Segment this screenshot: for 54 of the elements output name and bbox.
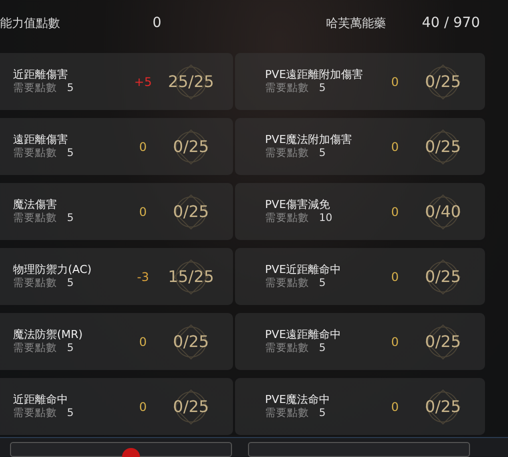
cost-label: 需要點數: [265, 82, 309, 96]
cost-value: 5: [319, 342, 326, 356]
item-value: 40 / 970: [422, 14, 480, 32]
cost-value: 10: [319, 212, 332, 226]
stat-name: PVE傷害減免: [265, 198, 332, 212]
change-value: 0: [390, 74, 400, 90]
change-value: 0: [138, 138, 148, 156]
stat-name: PVE近距離命中: [265, 262, 342, 277]
stat-name: 近距離傷害: [13, 68, 69, 82]
cost-value: 5: [67, 146, 74, 160]
cost-label: 需要點數: [13, 276, 57, 290]
cost-value: 5: [319, 82, 326, 96]
action-button[interactable]: [248, 442, 470, 457]
stat-name: PVE魔法命中: [265, 392, 332, 407]
cost-label: 需要點數: [13, 146, 57, 160]
stat-name: 遠距離傷害: [13, 132, 69, 147]
cost-label: 需要點數: [265, 276, 309, 290]
stat-name: 魔法傷害: [13, 198, 58, 212]
change-value: 0: [138, 334, 148, 350]
change-value: 0: [138, 204, 148, 220]
change-value: -3: [136, 268, 150, 286]
cost-label: 需要點數: [13, 212, 57, 226]
change-value: 0: [390, 268, 400, 286]
cost-value: 5: [319, 276, 326, 290]
change-value: 0: [390, 334, 400, 350]
cost-label: 需要點數: [13, 82, 57, 96]
cost-label: 需要點數: [265, 146, 309, 160]
cost-value: 5: [67, 82, 74, 96]
stat-name: 近距離命中: [13, 392, 69, 407]
stat-name: 物理防禦力(AC): [13, 262, 93, 277]
cost-value: 5: [67, 276, 74, 290]
cost-value: 5: [67, 342, 74, 356]
change-value: +5: [133, 74, 153, 90]
cost-value: 5: [319, 146, 326, 160]
stat-name: PVE遠距離附加傷害: [265, 68, 364, 82]
cost-value: 5: [67, 406, 74, 420]
change-value: 0: [138, 398, 148, 416]
cost-value: 5: [67, 212, 74, 226]
cost-label: 需要點數: [265, 212, 309, 226]
change-value: 0: [390, 398, 400, 416]
cost-label: 需要點數: [13, 342, 57, 356]
cost-label: 需要點數: [13, 406, 57, 420]
change-value: 0: [390, 204, 400, 220]
stat-name: PVE魔法附加傷害: [265, 132, 354, 147]
action-button[interactable]: [10, 442, 232, 457]
cost-label: 需要點數: [265, 342, 309, 356]
change-value: 0: [390, 138, 400, 156]
cost-label: 需要點數: [265, 406, 309, 420]
stat-name: 魔法防禦(MR): [13, 328, 84, 342]
cost-value: 5: [319, 406, 326, 420]
points-label: 能力值點數: [0, 15, 60, 32]
points-value: 0: [152, 14, 162, 32]
stat-name: PVE遠距離命中: [265, 328, 342, 342]
item-label: 哈芙萬能藥: [326, 15, 386, 32]
